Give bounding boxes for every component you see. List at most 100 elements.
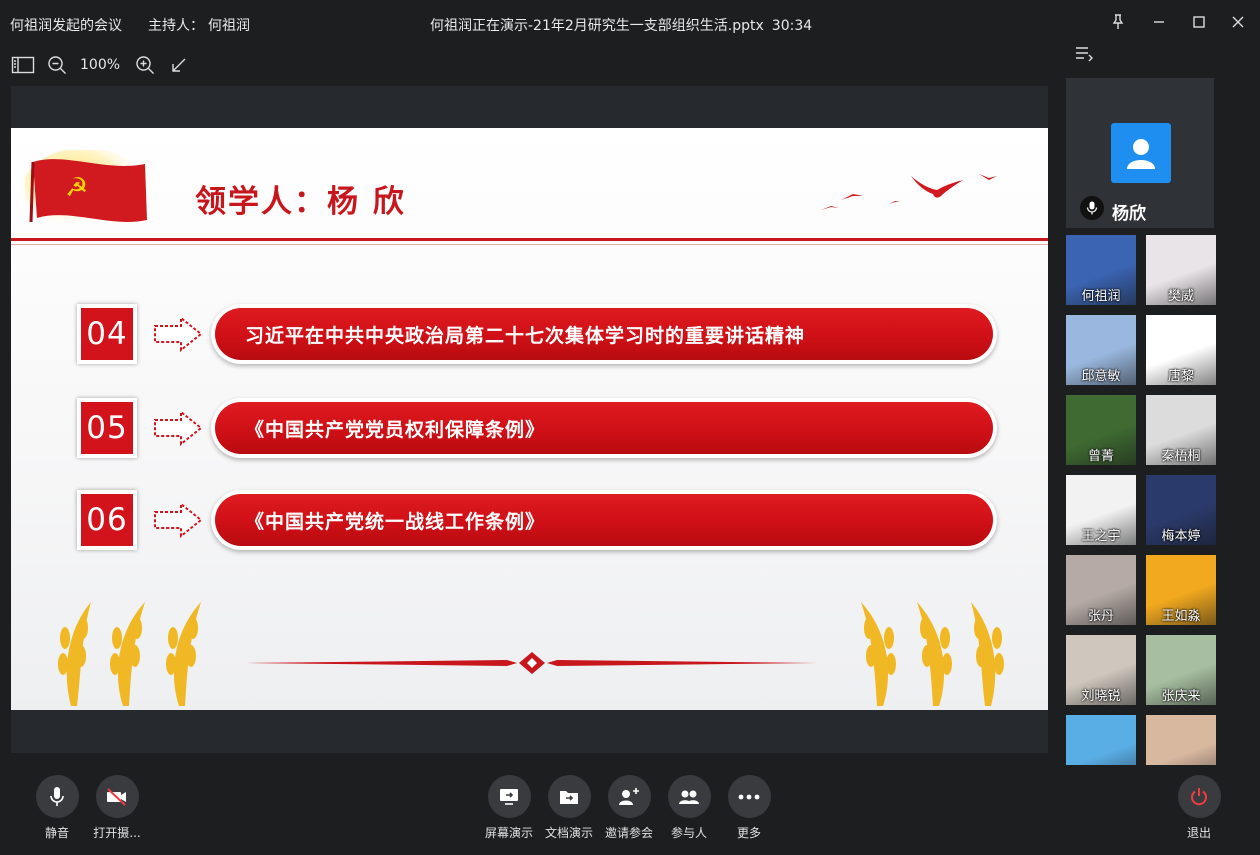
title-divider-line [11, 238, 1048, 241]
sidebar-toggle-icon [11, 56, 35, 74]
slide: ☭ 领学人：杨 欣 04 习近平在中共中央政治局第二十七次集体学习时的重要讲话精… [11, 128, 1048, 710]
host-name: 何祖润 [208, 18, 250, 34]
participant-tile[interactable]: 曾菁 [1066, 395, 1136, 465]
zoom-level: 100% [80, 57, 121, 73]
close-button[interactable] [1226, 10, 1250, 34]
view-toolbar: 100% [10, 52, 200, 78]
participant-tile[interactable]: 张庆来 [1146, 635, 1216, 705]
item-number-box: 05 [77, 398, 137, 458]
wheat-left-decoration [58, 602, 201, 706]
participant-list-toggle[interactable] [1074, 44, 1096, 66]
sidebar-toggle-button[interactable] [10, 52, 36, 78]
shrink-arrow-icon [172, 58, 186, 72]
active-speaker-name: 杨欣 [1112, 204, 1146, 224]
invite-circle [607, 775, 651, 818]
more-circle [727, 775, 771, 818]
participant-tile[interactable]: 王之宇 [1066, 475, 1136, 545]
agenda-item: 04 习近平在中共中央政治局第二十七次集体学习时的重要讲话精神 [77, 304, 1007, 366]
camera-button[interactable]: 打开摄... [77, 775, 157, 841]
participant-tile[interactable]: 唐黎 [1146, 315, 1216, 385]
participant-tile[interactable] [1066, 715, 1136, 765]
elapsed-time: 30:34 [771, 18, 813, 34]
leave-label: 退出 [1186, 826, 1211, 840]
item-pill: 《中国共产党统一战线工作条例》 [211, 490, 997, 550]
svg-text:☭: ☭ [65, 173, 88, 203]
meeting-name: 何祖润发起的会议 [10, 18, 122, 34]
participant-name: 王如淼 [1161, 609, 1201, 624]
participant-tile[interactable]: 梅本婷 [1146, 475, 1216, 545]
participant-name: 张庆来 [1161, 689, 1201, 704]
meeting-info: 何祖润发起的会议 主持人： 何祖润 [10, 15, 276, 35]
avatar [1111, 123, 1171, 183]
item-text: 《中国共产党统一战线工作条例》 [215, 494, 993, 546]
arrow-right-icon [154, 410, 203, 446]
participant-tile[interactable]: 何祖润 [1066, 235, 1136, 305]
item-text: 《中国共产党党员权利保障条例》 [215, 402, 993, 454]
maximize-button[interactable] [1187, 10, 1211, 34]
leave-circle [1177, 775, 1221, 818]
item-number: 04 [81, 308, 133, 360]
camera-off-icon [107, 787, 126, 806]
presentation-file: 何祖润正在演示-21年2月研究生一支部组织生活.pptx [430, 18, 764, 34]
camera-button-circle [95, 775, 139, 818]
microphone-icon [1086, 201, 1098, 215]
participant-name: 何祖润 [1081, 289, 1121, 304]
participant-name: 邱意敏 [1081, 369, 1121, 384]
agenda-item: 05 《中国共产党党员权利保障条例》 [77, 398, 1007, 460]
microphone-icon [50, 786, 64, 806]
pin-icon [1112, 14, 1124, 29]
minimize-icon [1154, 21, 1164, 23]
participant-name: 王之宇 [1081, 529, 1121, 544]
add-user-icon [619, 787, 639, 805]
zoom-out-icon [48, 56, 66, 74]
item-number: 05 [81, 402, 133, 454]
participant-tile[interactable]: 张丹 [1066, 555, 1136, 625]
title-bar: 何祖润发起的会议 主持人： 何祖润 何祖润正在演示-21年2月研究生一支部组织生活.… [0, 0, 1260, 48]
participant-name: 梅本婷 [1161, 529, 1201, 544]
mute-button-circle [35, 775, 79, 818]
ornament-divider [247, 652, 817, 674]
participant-tile[interactable]: 邱意敏 [1066, 315, 1136, 385]
participant-tile[interactable]: 刘晓锐 [1066, 635, 1136, 705]
item-text: 习近平在中共中央政治局第二十七次集体学习时的重要讲话精神 [215, 308, 993, 360]
participant-tile[interactable]: 秦梧桐 [1146, 395, 1216, 465]
leave-button[interactable]: 退出 [1159, 775, 1239, 841]
host-label: 主持人： [148, 18, 204, 34]
arrow-right-icon [154, 502, 203, 538]
maximize-icon [1193, 16, 1205, 28]
more-dots-icon [738, 794, 760, 799]
item-number-box: 06 [77, 490, 137, 550]
doc-share-circle [547, 775, 591, 818]
more-label: 更多 [736, 826, 761, 840]
screen-share-circle [487, 775, 531, 818]
active-speaker-tile[interactable]: 杨欣 [1066, 78, 1214, 228]
minimize-button[interactable] [1147, 10, 1171, 34]
participant-name: 秦梧桐 [1161, 449, 1201, 464]
participant-name: 樊威 [1167, 289, 1194, 304]
slide-title: 领学人：杨 欣 [195, 184, 406, 220]
participant-tile[interactable] [1146, 715, 1216, 765]
participants-circle [667, 775, 711, 818]
zoom-out-button[interactable] [44, 52, 70, 78]
arrow-right-icon [154, 316, 203, 352]
zoom-in-button[interactable] [132, 52, 158, 78]
participant-grid[interactable]: 何祖润 樊威邱意敏 唐黎 曾菁 秦梧桐王之宇 梅本婷张丹 王如淼刘晓锐 张庆来 [1066, 235, 1218, 765]
party-flag-icon: ☭ [25, 150, 147, 228]
users-icon [679, 790, 699, 804]
pin-button[interactable] [1106, 10, 1130, 34]
more-button[interactable]: 更多 [709, 775, 789, 841]
participant-tile[interactable]: 王如淼 [1146, 555, 1216, 625]
presentation-stage[interactable]: ☭ 领学人：杨 欣 04 习近平在中共中央政治局第二十七次集体学习时的重要讲话精… [11, 86, 1048, 753]
list-collapse-icon [1076, 47, 1093, 62]
folder-share-icon [560, 790, 578, 804]
user-icon [1127, 139, 1155, 169]
participant-tile[interactable]: 樊威 [1146, 235, 1216, 305]
item-number-box: 04 [77, 304, 137, 364]
camera-label: 打开摄... [93, 826, 141, 840]
fit-window-button[interactable] [166, 52, 192, 78]
wheat-right-decoration [861, 602, 1004, 706]
power-icon [1191, 787, 1207, 805]
speaker-mic-badge [1080, 196, 1104, 220]
participant-name: 张丹 [1087, 609, 1114, 624]
zoom-in-icon [136, 56, 155, 74]
